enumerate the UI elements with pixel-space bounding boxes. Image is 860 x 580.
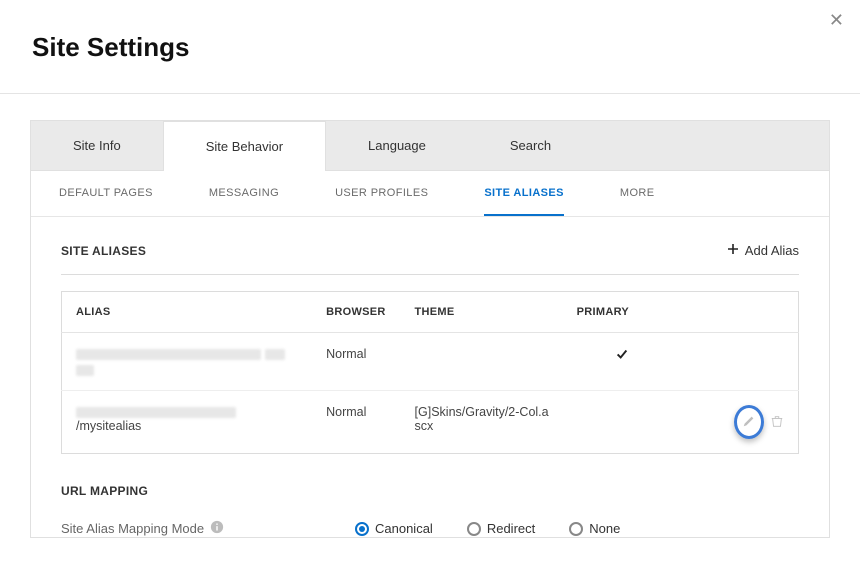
url-mapping-title: URL MAPPING <box>61 484 799 498</box>
add-alias-label: Add Alias <box>745 243 799 258</box>
tab-content: SITE ALIASES Add Alias ALIAS BROWSER THE… <box>31 217 829 537</box>
delete-alias-button[interactable] <box>770 414 784 431</box>
edit-alias-button[interactable] <box>732 405 766 439</box>
tab-site-behavior[interactable]: Site Behavior <box>163 121 326 171</box>
tab-site-info[interactable]: Site Info <box>31 121 163 170</box>
close-icon[interactable]: ✕ <box>829 10 844 31</box>
tab-site-aliases[interactable]: SITE ALIASES <box>484 187 564 216</box>
table-row: /mysitealias Normal [G]Skins/Gravity/2-C… <box>62 391 799 454</box>
col-browser: BROWSER <box>312 292 400 333</box>
tab-more[interactable]: MORE <box>620 187 655 216</box>
settings-panel: Site Info Site Behavior Language Search … <box>30 120 830 538</box>
cell-browser: Normal <box>312 333 400 391</box>
secondary-tabs: DEFAULT PAGES MESSAGING USER PROFILES SI… <box>31 171 829 217</box>
add-alias-button[interactable]: Add Alias <box>727 243 799 258</box>
cell-theme: [G]Skins/Gravity/2-Col.ascx <box>401 391 563 454</box>
divider <box>0 93 860 94</box>
tab-search[interactable]: Search <box>468 121 593 170</box>
mapping-options: Canonical Redirect None <box>355 521 620 536</box>
tab-messaging[interactable]: MESSAGING <box>209 187 279 216</box>
radio-canonical[interactable]: Canonical <box>355 521 433 536</box>
col-theme: THEME <box>401 292 563 333</box>
url-mapping-section: URL MAPPING Site Alias Mapping Mode Cano… <box>61 484 799 537</box>
section-title: SITE ALIASES <box>61 244 146 258</box>
col-alias: ALIAS <box>62 292 313 333</box>
mapping-mode-label: Site Alias Mapping Mode <box>61 520 231 537</box>
aliases-table: ALIAS BROWSER THEME PRIMARY Normal <box>61 291 799 454</box>
info-icon[interactable] <box>210 520 224 537</box>
cell-alias <box>62 333 313 391</box>
cell-theme <box>401 333 563 391</box>
col-primary: PRIMARY <box>563 292 681 333</box>
primary-tabs: Site Info Site Behavior Language Search <box>31 121 829 171</box>
primary-check-icon <box>563 333 681 391</box>
tab-default-pages[interactable]: DEFAULT PAGES <box>59 187 153 216</box>
radio-redirect[interactable]: Redirect <box>467 521 535 536</box>
tab-language[interactable]: Language <box>326 121 468 170</box>
cell-browser: Normal <box>312 391 400 454</box>
page-title: Site Settings <box>32 32 860 63</box>
cell-alias: /mysitealias <box>62 391 313 454</box>
radio-none[interactable]: None <box>569 521 620 536</box>
tab-user-profiles[interactable]: USER PROFILES <box>335 187 428 216</box>
table-row: Normal <box>62 333 799 391</box>
plus-icon <box>727 243 739 258</box>
divider <box>61 274 799 275</box>
